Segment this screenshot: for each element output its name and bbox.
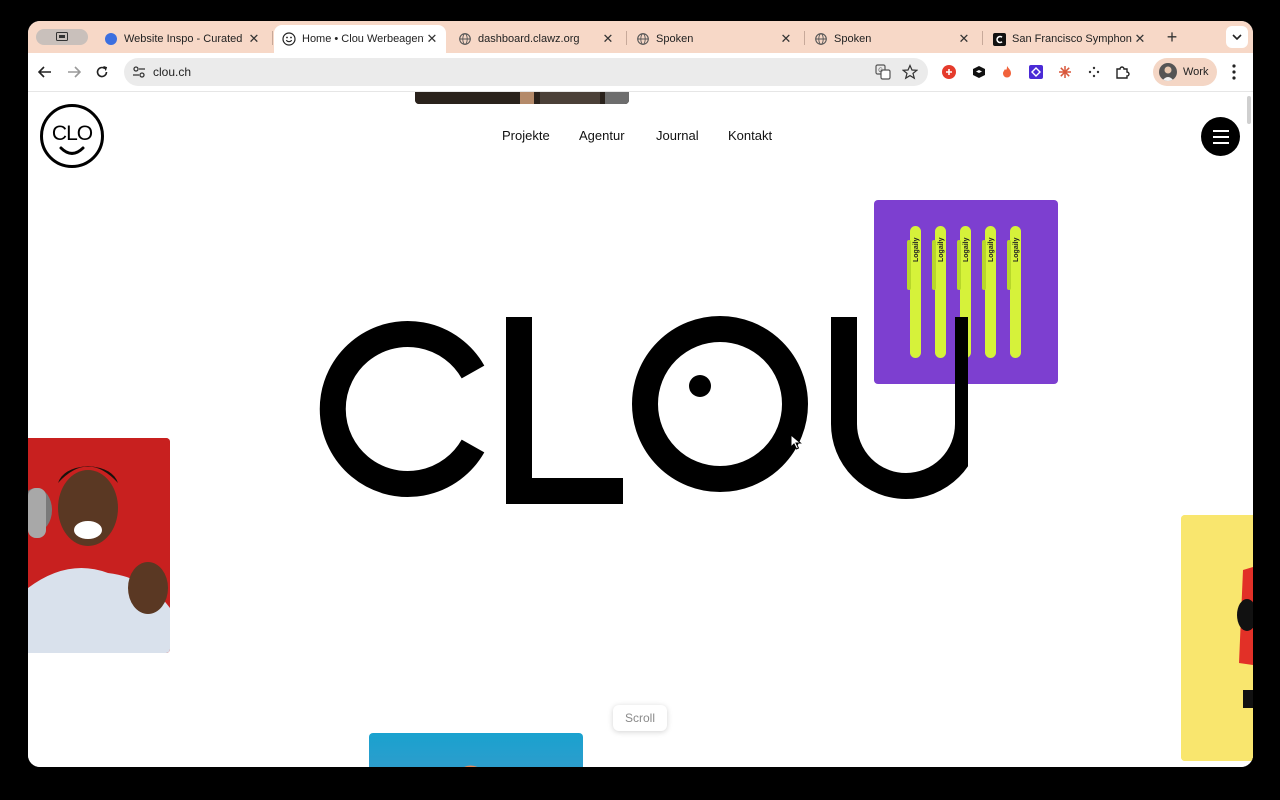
profile-button[interactable]: Work (1153, 58, 1217, 86)
close-tab-icon[interactable]: ✕ (778, 31, 794, 47)
reload-icon (96, 66, 108, 78)
extension-cube-icon[interactable] (971, 64, 987, 80)
tab-search-icon (56, 32, 68, 41)
project-image-blue[interactable] (369, 733, 583, 767)
mouse-cursor-icon (790, 434, 802, 450)
menu-line (1212, 135, 1229, 138)
tab-spoken-2[interactable]: Spoken ✕ (806, 25, 978, 53)
web-page: CLO Projekte Agentur Journal Kontakt Log… (28, 92, 1253, 767)
reload-button[interactable] (92, 62, 112, 82)
close-tab-icon[interactable]: ✕ (1132, 31, 1148, 47)
hamburger-menu-button[interactable] (1201, 117, 1240, 156)
tab-title: Spoken (656, 33, 694, 45)
globe-icon (636, 32, 650, 46)
back-button[interactable] (35, 62, 55, 82)
tab-spoken-1[interactable]: Spoken ✕ (628, 25, 800, 53)
tab-title: Spoken (834, 33, 872, 45)
scroll-hint: Scroll (613, 705, 667, 731)
tab-separator (804, 31, 805, 45)
project-image-singer[interactable] (28, 438, 170, 653)
pen-label: Logaily (913, 237, 920, 262)
address-bar[interactable]: clou.ch G (124, 58, 928, 86)
tab-website-inspo[interactable]: Website Inspo - Curated an ✕ (96, 25, 268, 53)
url-text[interactable]: clou.ch (153, 65, 191, 79)
nav-journal[interactable]: Journal (656, 128, 699, 143)
globe-icon (814, 32, 828, 46)
forward-arrow-icon (68, 66, 81, 78)
clou-logo[interactable]: CLO (40, 104, 104, 168)
tab-title: Home • Clou Werbeagentur (302, 33, 424, 45)
hero-wordmark (318, 314, 981, 504)
extension-asterisk-icon[interactable] (1057, 64, 1073, 80)
pen-label: Logaily (1013, 237, 1020, 262)
pen-label: Logaily (988, 237, 995, 262)
close-tab-icon[interactable]: ✕ (424, 31, 440, 47)
tab-title: San Francisco Symphony | (1012, 33, 1132, 45)
chevron-down-icon (1232, 34, 1242, 40)
profile-label: Work (1183, 66, 1209, 78)
hero-wordmark-graphic (319, 316, 981, 504)
close-tab-icon[interactable]: ✕ (600, 31, 616, 47)
close-tab-icon[interactable]: ✕ (246, 31, 262, 47)
browser-window: Website Inspo - Curated an ✕ Home • Clou… (28, 21, 1253, 767)
extension-dots-icon[interactable] (1086, 64, 1102, 80)
browser-menu-button[interactable] (1226, 63, 1242, 81)
tab-list-button[interactable] (1226, 26, 1248, 48)
svg-text:G: G (878, 68, 883, 74)
tab-title: Website Inspo - Curated an (124, 33, 246, 45)
extensions-puzzle-icon[interactable] (1115, 64, 1131, 80)
nav-agentur[interactable]: Agentur (579, 128, 625, 143)
page-scrollbar[interactable] (1247, 96, 1251, 124)
close-tab-icon[interactable]: ✕ (956, 31, 972, 47)
logo-text: CLO (52, 122, 93, 145)
forward-button[interactable] (64, 62, 84, 82)
menu-line (1212, 141, 1229, 144)
tab-separator (272, 31, 273, 45)
pen-label: Logaily (963, 237, 970, 262)
project-image-yellow[interactable] (1181, 515, 1253, 761)
extension-red-circle-icon[interactable] (941, 64, 957, 80)
browser-toolbar: clou.ch G Work (28, 53, 1253, 92)
tab-sf-symphony[interactable]: San Francisco Symphony | ✕ (984, 25, 1154, 53)
extension-purple-square-icon[interactable] (1028, 64, 1044, 80)
site-settings-icon[interactable] (132, 65, 146, 79)
new-tab-button[interactable]: + (1161, 26, 1183, 48)
c-logo-icon (992, 32, 1006, 46)
tab-search-button[interactable] (36, 29, 88, 45)
extension-flame-icon[interactable] (999, 64, 1015, 80)
tab-dashboard[interactable]: dashboard.clawz.org ✕ (450, 25, 622, 53)
tab-separator (982, 31, 983, 45)
tab-separator (626, 31, 627, 45)
nav-kontakt[interactable]: Kontakt (728, 128, 772, 143)
globe-icon (458, 32, 472, 46)
tab-clou-home[interactable]: Home • Clou Werbeagentur ✕ (274, 25, 446, 53)
translate-icon[interactable]: G (875, 64, 891, 80)
tab-strip: Website Inspo - Curated an ✕ Home • Clou… (28, 21, 1253, 53)
tab-title: dashboard.clawz.org (478, 33, 580, 45)
project-image-top[interactable] (415, 92, 629, 104)
more-vertical-icon (1232, 64, 1236, 80)
nav-projekte[interactable]: Projekte (502, 128, 550, 143)
avatar (1159, 63, 1177, 81)
back-arrow-icon (38, 66, 51, 78)
menu-line (1212, 129, 1229, 132)
pen-label: Logaily (938, 237, 945, 262)
blue-dot-icon (104, 32, 118, 46)
bookmark-star-icon[interactable] (902, 64, 918, 80)
smiley-icon (282, 32, 296, 46)
